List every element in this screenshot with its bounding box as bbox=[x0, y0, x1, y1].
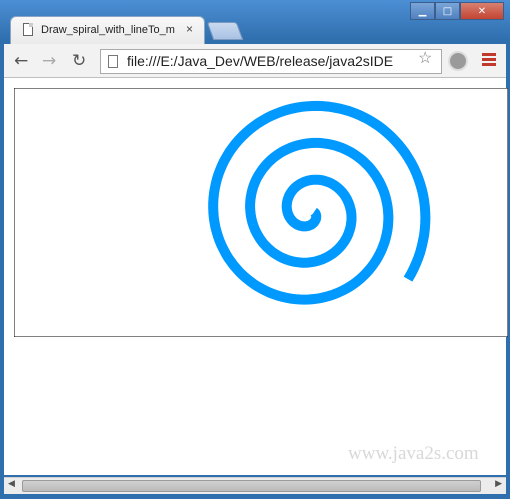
new-tab-button[interactable] bbox=[206, 22, 244, 40]
watermark: www.java2s.com bbox=[348, 443, 479, 464]
forward-button[interactable]: → bbox=[42, 51, 56, 71]
extension-icon[interactable] bbox=[448, 51, 468, 71]
page-icon bbox=[23, 23, 33, 36]
title-bar: Draw_spiral_with_lineTo_m × ▁ □ ✕ bbox=[0, 0, 510, 44]
reload-button[interactable]: ↻ bbox=[72, 51, 86, 71]
menu-bar-icon bbox=[482, 58, 496, 61]
back-button[interactable]: ← bbox=[14, 51, 28, 71]
scrollbar-thumb[interactable] bbox=[22, 480, 481, 492]
address-bar[interactable]: file:///E:/Java_Dev/WEB/release/java2sID… bbox=[100, 49, 442, 74]
window-controls: ▁ □ ✕ bbox=[410, 2, 504, 21]
close-window-button[interactable]: ✕ bbox=[460, 2, 504, 20]
close-tab-icon[interactable]: × bbox=[186, 22, 193, 36]
url-text: file:///E:/Java_Dev/WEB/release/java2sID… bbox=[127, 53, 394, 69]
menu-button[interactable] bbox=[482, 53, 496, 68]
menu-bar-icon bbox=[482, 63, 496, 66]
spiral-canvas bbox=[14, 88, 508, 337]
page-icon bbox=[108, 55, 118, 68]
menu-bar-icon bbox=[482, 53, 496, 56]
maximize-button[interactable]: □ bbox=[435, 2, 460, 20]
tab-title: Draw_spiral_with_lineTo_m bbox=[41, 24, 175, 36]
minimize-button[interactable]: ▁ bbox=[410, 2, 435, 20]
page-viewport: www.java2s.com bbox=[4, 78, 508, 475]
tab-active[interactable]: Draw_spiral_with_lineTo_m × bbox=[10, 16, 205, 44]
scroll-left-arrow[interactable]: ◀ bbox=[8, 479, 15, 489]
browser-toolbar: ← → ↻ file:///E:/Java_Dev/WEB/release/ja… bbox=[4, 44, 506, 78]
bookmark-star-icon[interactable]: ☆ bbox=[418, 48, 432, 68]
horizontal-scrollbar[interactable]: ◀ ▶ bbox=[4, 477, 506, 494]
scroll-right-arrow[interactable]: ▶ bbox=[495, 479, 502, 489]
